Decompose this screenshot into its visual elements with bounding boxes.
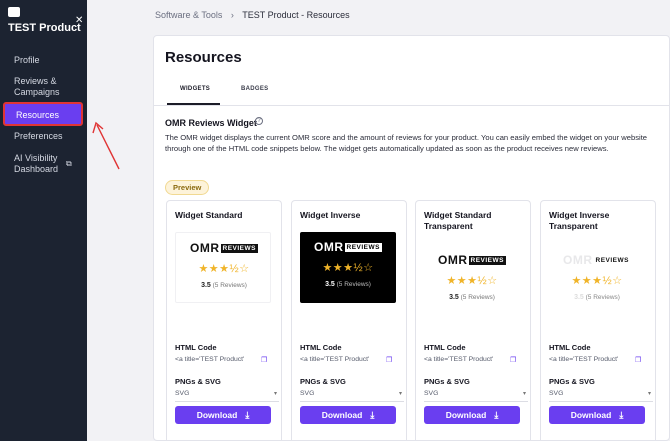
widget-preview: OMR REVIEWS ★★★½☆ 3.5 (5 Reviews) — [300, 232, 396, 303]
brand-logo-icon — [8, 7, 20, 17]
png-svg-label: PNGs & SVG — [549, 377, 595, 386]
widget-card-inverse-transparent: Widget Inverse Transparent OMR REVIEWS ★★… — [540, 200, 656, 441]
html-code-field[interactable]: <a title='TEST Product' — [549, 356, 645, 368]
breadcrumb-parent-link[interactable]: Software & Tools — [155, 10, 222, 20]
omr-logo: OMR REVIEWS — [438, 253, 506, 267]
download-button[interactable]: Download ⤓ — [300, 406, 396, 424]
info-icon[interactable]: ? — [255, 117, 263, 125]
download-icon: ⤓ — [245, 410, 250, 420]
page-title: Resources — [165, 49, 242, 66]
copy-icon[interactable]: ❐ — [261, 356, 267, 364]
widget-preview: OMR REVIEWS ★★★½☆ 3.5 (5 Reviews) — [175, 232, 271, 303]
rating-text: 3.5 (5 Reviews) — [325, 281, 371, 288]
resources-card: Resources WIDGETS BADGES OMR Reviews Wid… — [153, 35, 670, 441]
star-rating: ★★★½☆ — [571, 275, 623, 287]
widget-name: Widget Standard — [175, 210, 243, 220]
widget-name: Widget Inverse — [300, 210, 361, 220]
chevron-down-icon: ▾ — [398, 391, 402, 397]
tabs-divider — [154, 105, 670, 106]
html-code-label: HTML Code — [424, 343, 466, 352]
format-select[interactable]: SVG ▾ — [549, 390, 653, 402]
rating-text: 3.5 (5 Reviews) — [574, 294, 620, 301]
omr-logo: OMR REVIEWS — [314, 240, 382, 254]
sidebar: TEST Product ✕ Profile Reviews & Campaig… — [0, 0, 87, 441]
rating-text: 3.5 (5 Reviews) — [201, 282, 247, 289]
sidebar-title: TEST Product — [8, 22, 81, 34]
omr-logo: OMR REVIEWS — [190, 241, 258, 255]
widget-name: Widget Inverse Transparent — [549, 210, 610, 231]
sidebar-item-preferences[interactable]: Preferences — [14, 131, 63, 142]
star-rating: ★★★½☆ — [446, 275, 498, 287]
widget-preview: OMR REVIEWS ★★★½☆ 3.5 (5 Reviews) — [424, 245, 520, 316]
breadcrumb: Software & Tools › TEST Product - Resour… — [155, 10, 350, 20]
png-svg-label: PNGs & SVG — [424, 377, 470, 386]
close-icon[interactable]: ✕ — [75, 15, 83, 26]
breadcrumb-current: TEST Product - Resources — [242, 10, 350, 20]
chevron-down-icon: ▾ — [273, 391, 277, 397]
widget-preview: OMR REVIEWS ★★★½☆ 3.5 (5 Reviews) — [549, 245, 645, 316]
section-title: OMR Reviews Widget — [165, 118, 257, 128]
widget-card-standard-transparent: Widget Standard Transparent OMR REVIEWS ★… — [415, 200, 531, 441]
download-button[interactable]: Download ⤓ — [424, 406, 520, 424]
download-icon: ⤓ — [494, 410, 499, 420]
external-link-icon: ⧉ — [66, 159, 72, 168]
rating-text: 3.5 (5 Reviews) — [449, 294, 495, 301]
tab-badges[interactable]: BADGES — [241, 86, 268, 92]
widget-name: Widget Standard Transparent — [424, 210, 492, 231]
preview-badge: Preview — [165, 180, 210, 195]
copy-icon[interactable]: ❐ — [386, 356, 392, 364]
html-code-field[interactable]: <a title='TEST Product' — [424, 356, 520, 368]
html-code-field[interactable]: <a title='TEST Product' — [175, 356, 271, 368]
download-button[interactable]: Download ⤓ — [549, 406, 645, 424]
format-select[interactable]: SVG ▾ — [424, 390, 528, 402]
omr-logo: OMR REVIEWS — [563, 253, 629, 267]
html-code-label: HTML Code — [549, 343, 591, 352]
png-svg-label: PNGs & SVG — [175, 377, 221, 386]
format-select[interactable]: SVG ▾ — [175, 390, 279, 402]
star-rating: ★★★½☆ — [322, 262, 374, 274]
chevron-down-icon: ▾ — [647, 391, 651, 397]
chevron-down-icon: ▾ — [522, 391, 526, 397]
html-code-field[interactable]: <a title='TEST Product' — [300, 356, 396, 368]
star-rating: ★★★½☆ — [198, 263, 250, 275]
html-code-label: HTML Code — [300, 343, 342, 352]
format-select[interactable]: SVG ▾ — [300, 390, 404, 402]
section-description: The OMR widget displays the current OMR … — [165, 133, 648, 153]
download-button[interactable]: Download ⤓ — [175, 406, 271, 424]
copy-icon[interactable]: ❐ — [510, 356, 516, 364]
copy-icon[interactable]: ❐ — [635, 356, 641, 364]
download-icon: ⤓ — [370, 410, 375, 420]
breadcrumb-separator-icon: › — [230, 10, 234, 20]
png-svg-label: PNGs & SVG — [300, 377, 346, 386]
sidebar-item-reviews-campaigns[interactable]: Reviews & Campaigns — [14, 76, 74, 98]
tab-widgets[interactable]: WIDGETS — [180, 86, 210, 92]
sidebar-item-profile[interactable]: Profile — [14, 55, 40, 66]
widget-card-standard: Widget Standard OMR REVIEWS ★★★½☆ 3.5 (5 … — [166, 200, 282, 441]
sidebar-item-resources[interactable]: Resources — [3, 102, 83, 126]
html-code-label: HTML Code — [175, 343, 217, 352]
annotation-arrow — [92, 121, 120, 170]
sidebar-item-ai-visibility-dashboard[interactable]: AI Visibility Dashboard — [14, 153, 62, 175]
widget-card-inverse: Widget Inverse OMR REVIEWS ★★★½☆ 3.5 (5 R… — [291, 200, 407, 441]
download-icon: ⤓ — [619, 410, 624, 420]
